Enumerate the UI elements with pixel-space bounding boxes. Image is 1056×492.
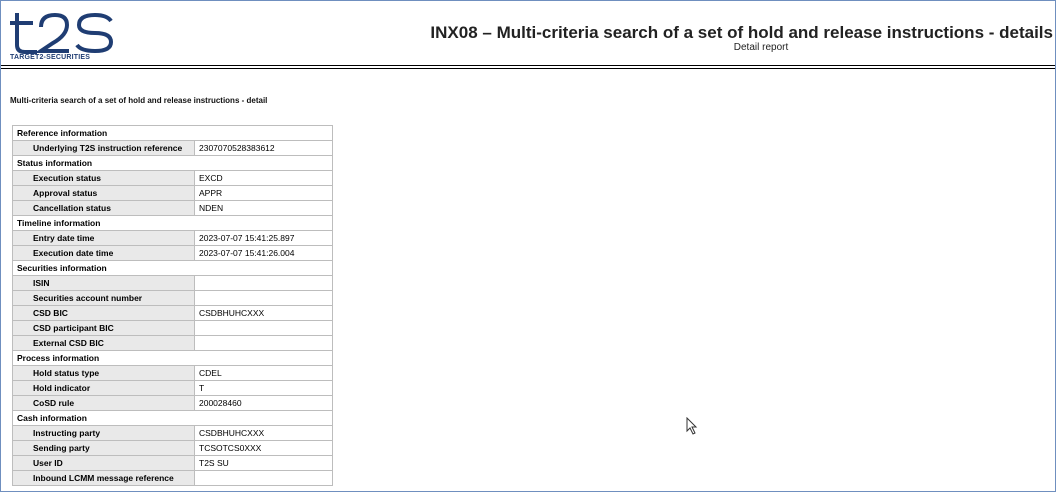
logo-caption: TARGET2-SECURITIES xyxy=(10,54,91,61)
report-header: TARGET2-SECURITIES INX08 – Multi-criteri… xyxy=(1,1,1055,67)
table-row: Securities account number xyxy=(12,290,333,306)
field-value: T2S SU xyxy=(194,455,333,471)
group-header-row: Securities information xyxy=(12,260,333,276)
group-header: Reference information xyxy=(12,125,333,141)
group-header-row: Status information xyxy=(12,155,333,171)
group-header: Process information xyxy=(12,350,333,366)
group-header: Status information xyxy=(12,155,333,171)
field-value: CDEL xyxy=(194,365,333,381)
table-row: Inbound LCMM message reference xyxy=(12,470,333,486)
table-row: Approval status APPR xyxy=(12,185,333,201)
field-value: 200028460 xyxy=(194,395,333,411)
mouse-pointer-icon xyxy=(686,417,698,435)
table-row: ISIN xyxy=(12,275,333,291)
field-value: APPR xyxy=(194,185,333,201)
field-label: CSD BIC xyxy=(12,305,195,321)
group-header: Securities information xyxy=(12,260,333,276)
field-value: CSDBHUHCXXX xyxy=(194,425,333,441)
table-row: Instructing party CSDBHUHCXXX xyxy=(12,425,333,441)
header-divider-double xyxy=(1,68,1055,69)
field-value: NDEN xyxy=(194,200,333,216)
field-value: 2307070528383612 xyxy=(194,140,333,156)
group-header-row: Cash information xyxy=(12,410,333,426)
field-value xyxy=(194,290,333,306)
field-value: CSDBHUHCXXX xyxy=(194,305,333,321)
field-label: Approval status xyxy=(12,185,195,201)
group-header-row: Timeline information xyxy=(12,215,333,231)
field-value: 2023-07-07 15:41:25.897 xyxy=(194,230,333,246)
field-value xyxy=(194,470,333,486)
report-window: TARGET2-SECURITIES INX08 – Multi-criteri… xyxy=(0,0,1056,492)
group-header-row: Reference information xyxy=(12,125,333,141)
table-row: Execution status EXCD xyxy=(12,170,333,186)
field-value: EXCD xyxy=(194,170,333,186)
field-label: External CSD BIC xyxy=(12,335,195,351)
field-label: Execution status xyxy=(12,170,195,186)
field-label: Underlying T2S instruction reference xyxy=(12,140,195,156)
table-row: Hold indicator T xyxy=(12,380,333,396)
table-row: CSD BIC CSDBHUHCXXX xyxy=(12,305,333,321)
field-value xyxy=(194,320,333,336)
table-row: Execution date time 2023-07-07 15:41:26.0… xyxy=(12,245,333,261)
table-row: User ID T2S SU xyxy=(12,455,333,471)
header-divider xyxy=(1,65,1055,66)
field-label: Instructing party xyxy=(12,425,195,441)
field-value xyxy=(194,335,333,351)
field-label: Hold status type xyxy=(12,365,195,381)
field-label: Inbound LCMM message reference xyxy=(12,470,195,486)
field-label: Execution date time xyxy=(12,245,195,261)
table-row: CoSD rule 200028460 xyxy=(12,395,333,411)
field-label: Securities account number xyxy=(12,290,195,306)
field-label: Sending party xyxy=(12,440,195,456)
field-label: Hold indicator xyxy=(12,380,195,396)
table-row: External CSD BIC xyxy=(12,335,333,351)
table-row: Cancellation status NDEN xyxy=(12,200,333,216)
table-row: Underlying T2S instruction reference 2307… xyxy=(12,140,333,156)
field-value: 2023-07-07 15:41:26.004 xyxy=(194,245,333,261)
field-label: ISIN xyxy=(12,275,195,291)
field-label: CoSD rule xyxy=(12,395,195,411)
group-header: Cash information xyxy=(12,410,333,426)
page-title: INX08 – Multi-criteria search of a set o… xyxy=(430,23,1053,42)
group-header: Timeline information xyxy=(12,215,333,231)
table-row: Entry date time 2023-07-07 15:41:25.897 xyxy=(12,230,333,246)
field-value: TCSOTCS0XXX xyxy=(194,440,333,456)
field-label: CSD participant BIC xyxy=(12,320,195,336)
field-value: T xyxy=(194,380,333,396)
section-heading: Multi-criteria search of a set of hold a… xyxy=(10,96,268,105)
table-row: CSD participant BIC xyxy=(12,320,333,336)
field-label: User ID xyxy=(12,455,195,471)
page-subtitle: Detail report xyxy=(733,42,789,53)
table-row: Sending party TCSOTCS0XXX xyxy=(12,440,333,456)
table-row: Hold status type CDEL xyxy=(12,365,333,381)
field-label: Entry date time xyxy=(12,230,195,246)
group-header-row: Process information xyxy=(12,350,333,366)
field-label: Cancellation status xyxy=(12,200,195,216)
details-table: Reference information Underlying T2S inst… xyxy=(12,125,333,486)
field-value xyxy=(194,275,333,291)
